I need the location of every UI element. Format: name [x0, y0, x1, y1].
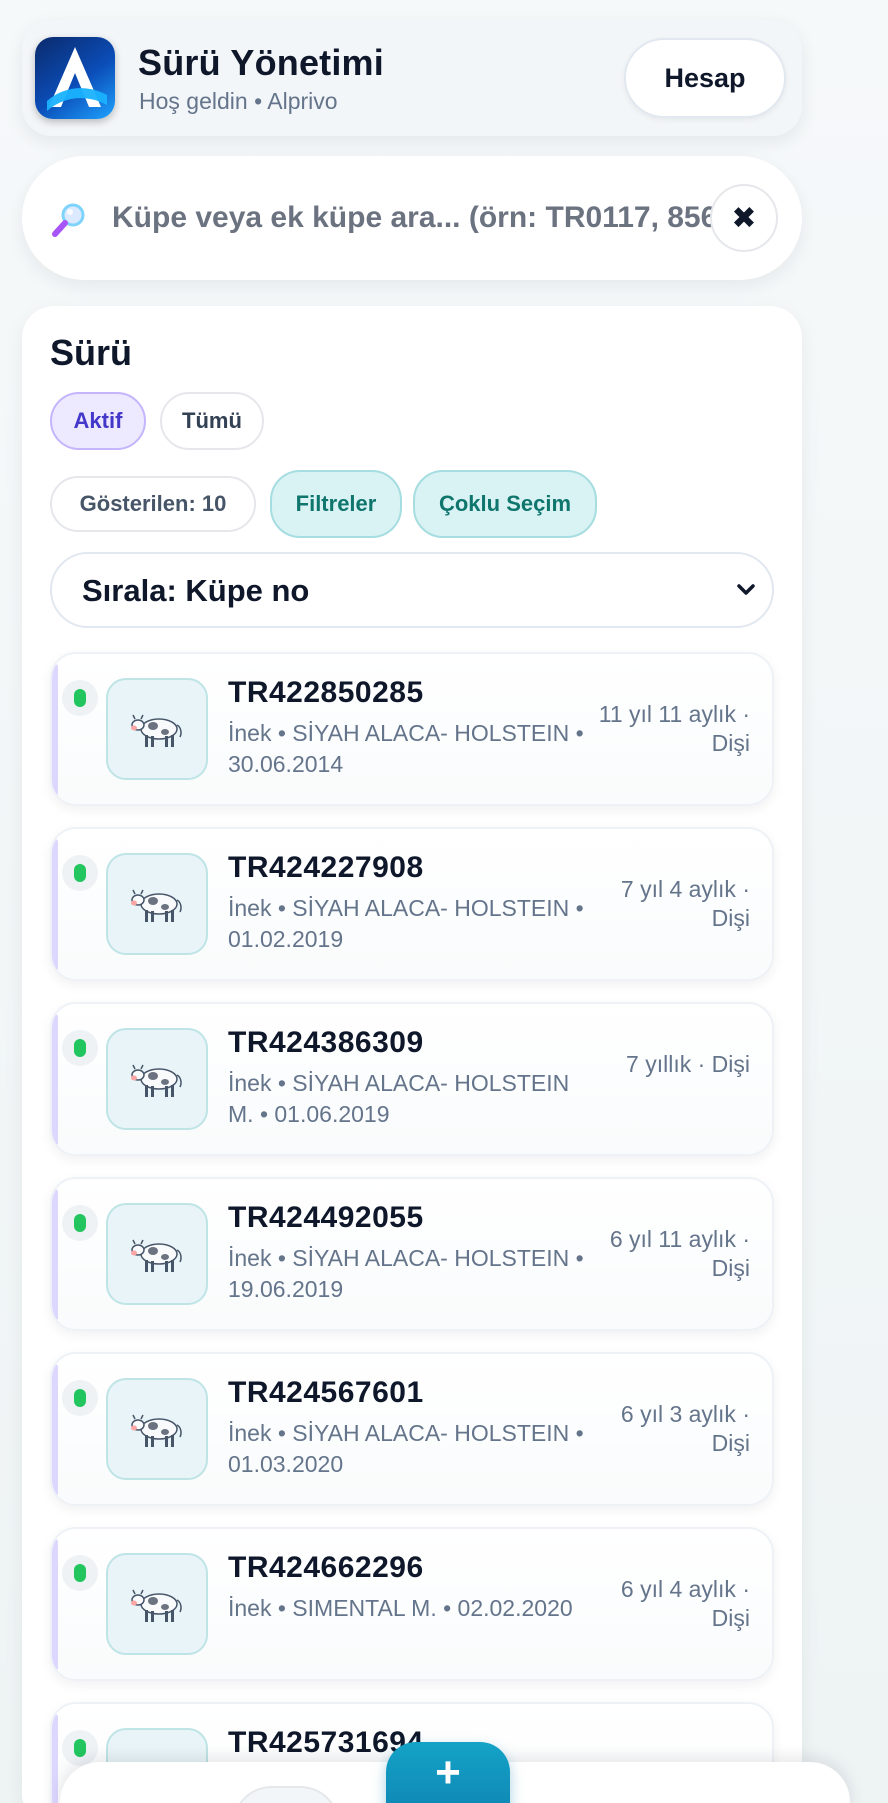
- card-accent: [52, 1714, 58, 1803]
- animal-age: 6 yıl 4 aylık · Dişi: [620, 1576, 750, 1631]
- animal-tag: TR424662296: [228, 1551, 424, 1584]
- welcome-text: Hoş geldin • Alprivo: [139, 88, 338, 114]
- card-accent: [52, 1014, 58, 1146]
- animal-card[interactable]: TR424386309 İnek • SİYAH ALACA- HOLSTEIN…: [50, 1002, 774, 1156]
- animal-meta: İnek • SİYAH ALACA- HOLSTEIN M. • 01.06.…: [228, 1070, 570, 1127]
- animal-meta: İnek • SIMENTAL M. • 02.02.2020: [228, 1595, 573, 1621]
- status-indicator: [62, 1555, 98, 1591]
- sort-select[interactable]: Sırala: Küpe no: [50, 552, 774, 628]
- animal-meta: İnek • SİYAH ALACA- HOLSTEIN • 01.03.202…: [228, 1420, 584, 1477]
- animal-tag: TR424227908: [228, 851, 424, 884]
- card-accent: [52, 839, 58, 971]
- card-accent: [52, 1189, 58, 1321]
- multi-select-button[interactable]: Çoklu Seçim: [413, 470, 597, 538]
- status-indicator: [62, 1205, 98, 1241]
- animal-card[interactable]: TR422850285 İnek • SİYAH ALACA- HOLSTEIN…: [50, 652, 774, 806]
- status-indicator: [62, 680, 98, 716]
- status-indicator: [62, 1380, 98, 1416]
- close-icon: ✖: [731, 201, 757, 235]
- animal-meta: İnek • SİYAH ALACA- HOLSTEIN • 01.02.201…: [228, 895, 584, 952]
- nav-item[interactable]: [232, 1786, 340, 1803]
- status-indicator: [62, 1730, 98, 1766]
- cow-icon: [106, 678, 208, 780]
- cow-icon: [106, 1378, 208, 1480]
- filter-all-chip[interactable]: Tümü: [160, 392, 264, 450]
- app-logo: [35, 37, 115, 119]
- animal-age: 6 yıl 3 aylık · Dişi: [620, 1401, 750, 1456]
- app-header: Sürü Yönetimi Hoş geldin • Alprivo Hesap: [22, 20, 802, 136]
- cow-icon: [106, 1553, 208, 1655]
- animal-tag: TR424386309: [228, 1026, 424, 1059]
- sort-label: Sırala: Küpe no: [82, 573, 310, 608]
- status-indicator: [62, 855, 98, 891]
- chevron-down-icon: [737, 584, 755, 595]
- herd-panel: Sürü Aktif Tümü Gösterilen: 10 Filtreler…: [22, 306, 802, 1803]
- animal-tag: TR424567601: [228, 1376, 424, 1409]
- clear-search-button[interactable]: ✖: [710, 184, 778, 252]
- animal-card[interactable]: TR424567601 İnek • SİYAH ALACA- HOLSTEIN…: [50, 1352, 774, 1506]
- animal-tag: TR422850285: [228, 676, 424, 709]
- animal-tag: TR424492055: [228, 1201, 424, 1234]
- animal-card[interactable]: TR424662296 İnek • SIMENTAL M. • 02.02.2…: [50, 1527, 774, 1681]
- cow-icon: [106, 1028, 208, 1130]
- filters-button[interactable]: Filtreler: [270, 470, 402, 538]
- animal-age: 6 yıl 11 aylık · Dişi: [609, 1226, 750, 1281]
- cow-icon: [106, 1203, 208, 1305]
- animal-age: 11 yıl 11 aylık · Dişi: [598, 701, 750, 756]
- search-input[interactable]: [112, 190, 712, 246]
- account-button[interactable]: Hesap: [624, 38, 786, 118]
- filter-active-chip[interactable]: Aktif: [50, 392, 146, 450]
- animal-age: 7 yıllık · Dişi: [626, 1051, 750, 1077]
- herd-title: Sürü: [50, 332, 133, 373]
- animal-card[interactable]: TR424492055 İnek • SİYAH ALACA- HOLSTEIN…: [50, 1177, 774, 1331]
- card-accent: [52, 664, 58, 796]
- animal-meta: İnek • SİYAH ALACA- HOLSTEIN • 30.06.201…: [228, 720, 584, 777]
- cow-icon: [106, 853, 208, 955]
- animal-meta: İnek • SİYAH ALACA- HOLSTEIN • 19.06.201…: [228, 1245, 584, 1302]
- plus-icon: +: [435, 1748, 461, 1797]
- search-bar: ✖: [22, 156, 802, 280]
- add-animal-button[interactable]: +: [386, 1742, 510, 1803]
- card-accent: [52, 1539, 58, 1671]
- search-icon: [50, 200, 90, 240]
- app-title: Sürü Yönetimi: [138, 42, 384, 83]
- status-indicator: [62, 1030, 98, 1066]
- animal-age: 7 yıl 4 aylık · Dişi: [620, 876, 750, 931]
- animal-card[interactable]: TR424227908 İnek • SİYAH ALACA- HOLSTEIN…: [50, 827, 774, 981]
- app-root: Sürü Yönetimi Hoş geldin • Alprivo Hesap…: [0, 0, 888, 1803]
- card-accent: [52, 1364, 58, 1496]
- shown-count-badge: Gösterilen: 10: [50, 476, 256, 532]
- logo-a-icon: [47, 47, 107, 111]
